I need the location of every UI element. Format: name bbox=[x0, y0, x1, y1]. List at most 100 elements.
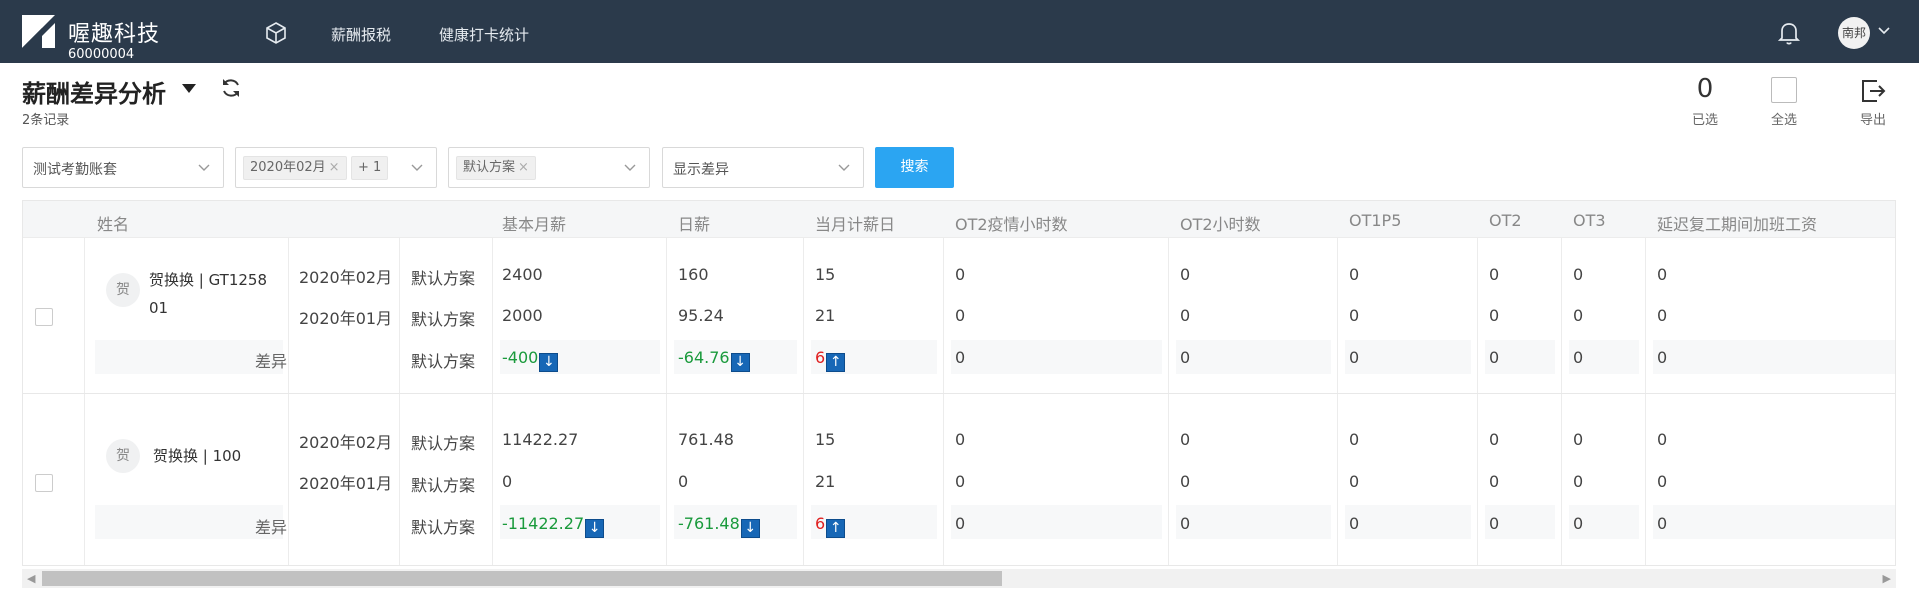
ot2-hours-cell: 0 bbox=[1180, 430, 1191, 449]
delay-pay-diff: 0 bbox=[1657, 514, 1668, 533]
ot2-hours-cell: 0 bbox=[1180, 265, 1191, 284]
month-previous: 2020年01月 bbox=[299, 474, 393, 493]
cube-icon[interactable] bbox=[264, 21, 288, 45]
col-ot2-epidemic[interactable]: OT2疫情小时数 bbox=[955, 211, 1068, 235]
plan-cell: 默认方案 bbox=[411, 518, 476, 537]
salary-diff-table: 姓名 基本月薪 日薪 当月计薪日 OT2疫情小时数 OT2小时数 OT1P5 O… bbox=[22, 200, 1896, 566]
chevron-down-icon bbox=[838, 164, 850, 171]
selected-count: 0 bbox=[1696, 74, 1714, 104]
employee-avatar: 贺 bbox=[106, 439, 140, 473]
col-pay-days[interactable]: 当月计薪日 bbox=[815, 211, 895, 235]
arrow-up-icon: ↑ bbox=[826, 519, 846, 538]
month-tag-label: 2020年02月 bbox=[250, 160, 326, 175]
account-select[interactable]: 测试考勤账套 bbox=[22, 147, 224, 188]
month-previous: 2020年01月 bbox=[299, 309, 393, 328]
month-select[interactable]: 2020年02月 × + 1 bbox=[235, 147, 437, 188]
chevron-down-icon bbox=[624, 164, 636, 171]
ot2-epidemic-diff: 0 bbox=[955, 348, 966, 367]
col-basic-salary[interactable]: 基本月薪 bbox=[502, 211, 566, 235]
ot2-epidemic-cell: 0 bbox=[955, 430, 966, 449]
delay-pay-cell: 0 bbox=[1657, 306, 1668, 325]
refresh-icon[interactable] bbox=[220, 77, 242, 99]
diff-value: -761.48 bbox=[678, 514, 740, 533]
pay-days-cell: 15 bbox=[815, 430, 836, 449]
month-more-tag: + 1 bbox=[351, 156, 389, 180]
daily-salary-cell: 95.24 bbox=[678, 306, 724, 325]
display-select-value: 显示差异 bbox=[673, 162, 729, 178]
employee-name[interactable]: 贺换换 | 100 bbox=[153, 442, 241, 470]
pay-days-cell: 21 bbox=[815, 306, 836, 325]
col-ot2-hours[interactable]: OT2小时数 bbox=[1180, 211, 1261, 235]
basic-salary-diff: -11422.27 ↓ bbox=[502, 514, 605, 538]
caret-down-icon[interactable] bbox=[182, 84, 196, 94]
basic-salary-cell: 2000 bbox=[502, 306, 543, 325]
col-name[interactable]: 姓名 bbox=[97, 211, 129, 235]
ot1p5-cell: 0 bbox=[1349, 430, 1360, 449]
plan-select[interactable]: 默认方案 × bbox=[448, 147, 650, 188]
plan-cell: 默认方案 bbox=[411, 352, 476, 371]
display-select[interactable]: 显示差异 bbox=[662, 147, 864, 188]
diff-value: -400 bbox=[502, 348, 539, 367]
selected-label: 已选 bbox=[1691, 113, 1718, 128]
export-label[interactable]: 导出 bbox=[1848, 109, 1898, 128]
month-current: 2020年02月 bbox=[299, 433, 393, 452]
search-button[interactable]: 搜索 bbox=[875, 147, 954, 188]
nav-item-health-checkin[interactable]: 健康打卡统计 bbox=[439, 24, 529, 45]
col-ot3[interactable]: OT3 bbox=[1573, 211, 1606, 230]
row-checkbox[interactable] bbox=[35, 474, 53, 492]
diff-value: 6 bbox=[815, 348, 826, 367]
month-more-label: + 1 bbox=[358, 160, 382, 175]
ot2-diff: 0 bbox=[1489, 348, 1500, 367]
basic-salary-diff: -400 ↓ bbox=[502, 348, 559, 372]
plan-cell: 默认方案 bbox=[411, 269, 476, 288]
ot1p5-cell: 0 bbox=[1349, 265, 1360, 284]
employee-name[interactable]: 贺换换 | GT1258 01 bbox=[149, 266, 267, 322]
nav-item-payroll-tax[interactable]: 薪酬报税 bbox=[331, 24, 391, 45]
close-icon[interactable]: × bbox=[329, 160, 340, 175]
export-icon[interactable] bbox=[1859, 77, 1887, 105]
row-checkbox[interactable] bbox=[35, 308, 53, 326]
col-daily-salary[interactable]: 日薪 bbox=[678, 211, 710, 235]
close-icon[interactable]: × bbox=[518, 160, 529, 175]
ot3-cell: 0 bbox=[1573, 265, 1584, 284]
page-title: 薪酬差异分析 bbox=[22, 80, 166, 108]
horizontal-scrollbar[interactable]: ◀ ▶ bbox=[22, 569, 1896, 588]
chevron-down-icon[interactable] bbox=[1877, 26, 1891, 36]
col-delay-overtime-pay[interactable]: 延迟复工期间加班工资 bbox=[1657, 211, 1817, 235]
company-id: 60000004 bbox=[68, 47, 135, 62]
ot2-epidemic-cell: 0 bbox=[955, 265, 966, 284]
table-row: 贺 贺换换 | 100 差异 2020年02月 2020年01月 默认方案 默认… bbox=[23, 394, 1895, 565]
employee-name-line2: 01 bbox=[149, 299, 169, 317]
arrow-down-icon: ↓ bbox=[730, 353, 750, 372]
scroll-left-icon[interactable]: ◀ bbox=[27, 572, 35, 585]
col-ot2[interactable]: OT2 bbox=[1489, 211, 1522, 230]
select-all-checkbox[interactable] bbox=[1771, 77, 1797, 103]
ot2-hours-cell: 0 bbox=[1180, 306, 1191, 325]
select-all-label[interactable]: 全选 bbox=[1759, 109, 1809, 128]
diff-value: -64.76 bbox=[678, 348, 730, 367]
ot2-diff: 0 bbox=[1489, 514, 1500, 533]
logo-icon[interactable] bbox=[22, 15, 55, 48]
bell-icon[interactable] bbox=[1777, 20, 1801, 46]
daily-salary-diff: -64.76 ↓ bbox=[678, 348, 750, 372]
account-select-value: 测试考勤账套 bbox=[33, 162, 117, 178]
arrow-up-icon: ↑ bbox=[826, 353, 846, 372]
month-tag[interactable]: 2020年02月 × bbox=[243, 156, 347, 180]
plan-tag-label: 默认方案 bbox=[463, 160, 516, 175]
table-header: 姓名 基本月薪 日薪 当月计薪日 OT2疫情小时数 OT2小时数 OT1P5 O… bbox=[23, 201, 1895, 238]
ot2-cell: 0 bbox=[1489, 306, 1500, 325]
plan-cell: 默认方案 bbox=[411, 434, 476, 453]
pay-days-diff: 6 ↑ bbox=[815, 348, 846, 372]
col-ot1p5[interactable]: OT1P5 bbox=[1349, 211, 1401, 230]
basic-salary-cell: 0 bbox=[502, 472, 513, 491]
plan-tag[interactable]: 默认方案 × bbox=[456, 156, 536, 180]
scrollbar-thumb[interactable] bbox=[42, 571, 1002, 586]
user-avatar[interactable]: 南邦 bbox=[1838, 17, 1870, 49]
top-bar: 喔趣科技 60000004 薪酬报税 健康打卡统计 南邦 bbox=[0, 0, 1919, 63]
ot2-cell: 0 bbox=[1489, 430, 1500, 449]
delay-pay-cell: 0 bbox=[1657, 472, 1668, 491]
employee-name-line1: 贺换换 | 100 bbox=[153, 447, 242, 465]
ot1p5-diff: 0 bbox=[1349, 348, 1360, 367]
scroll-right-icon[interactable]: ▶ bbox=[1883, 572, 1891, 585]
ot2-epidemic-cell: 0 bbox=[955, 306, 966, 325]
